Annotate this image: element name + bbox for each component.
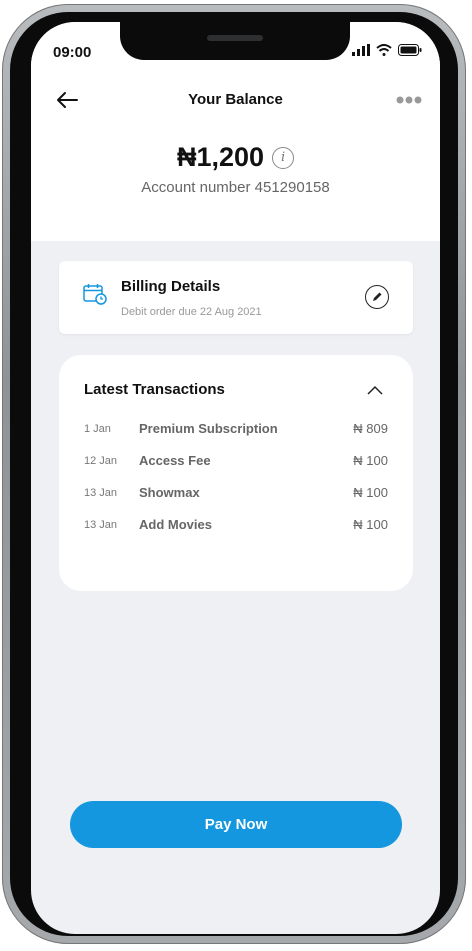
billing-subtitle: Debit order due 22 Aug 2021: [121, 306, 262, 318]
transaction-row[interactable]: 1 Jan Premium Subscription ₦ 809: [84, 419, 388, 451]
transaction-name: Showmax: [139, 485, 200, 500]
status-time: 09:00: [53, 44, 92, 61]
battery-icon: [398, 44, 422, 56]
transaction-date: 13 Jan: [84, 487, 118, 499]
transactions-title: Latest Transactions: [84, 381, 225, 398]
info-icon[interactable]: i: [272, 146, 295, 169]
account-number: Account number 451290158: [141, 179, 330, 196]
transaction-amount: ₦ 100: [353, 517, 388, 532]
transaction-row[interactable]: 12 Jan Access Fee ₦ 100: [84, 451, 388, 483]
signal-icon: [352, 44, 370, 56]
transaction-row[interactable]: 13 Jan Showmax ₦ 100: [84, 483, 388, 515]
calendar-clock-icon: [83, 284, 107, 305]
transaction-name: Add Movies: [139, 517, 212, 532]
transaction-name: Premium Subscription: [139, 421, 278, 436]
transaction-row[interactable]: 13 Jan Add Movies ₦ 100: [84, 515, 388, 547]
page-title: Your Balance: [188, 91, 283, 108]
balance-amount: ₦1,200: [176, 142, 265, 172]
transactions-card: Latest Transactions 1 Jan Premium Subscr…: [59, 355, 413, 591]
transaction-name: Access Fee: [139, 453, 211, 468]
transaction-date: 12 Jan: [84, 455, 118, 467]
transaction-date: 1 Jan: [84, 423, 111, 435]
wifi-icon: [376, 44, 392, 56]
transaction-amount: ₦ 809: [353, 421, 388, 436]
phone-notch: [120, 22, 350, 60]
pencil-icon: [373, 292, 382, 301]
status-icons: [352, 44, 422, 56]
transaction-amount: ₦ 100: [353, 485, 388, 500]
transactions-list: 1 Jan Premium Subscription ₦ 809 12 Jan …: [84, 419, 388, 547]
billing-details-card[interactable]: Billing Details Debit order due 22 Aug 2…: [59, 261, 413, 334]
billing-title: Billing Details: [121, 278, 221, 295]
more-options-icon[interactable]: [396, 94, 422, 106]
edit-billing-button[interactable]: [365, 285, 389, 309]
app-screen: 09:00 Your Balance ₦1,200 i Account numb…: [31, 22, 440, 934]
transaction-date: 13 Jan: [84, 519, 118, 531]
pay-now-button[interactable]: Pay Now: [70, 801, 402, 848]
balance-row: ₦1,200 i: [31, 142, 440, 173]
chevron-up-icon[interactable]: [367, 385, 383, 395]
speaker-grille: [207, 35, 263, 41]
transaction-amount: ₦ 100: [353, 453, 388, 468]
